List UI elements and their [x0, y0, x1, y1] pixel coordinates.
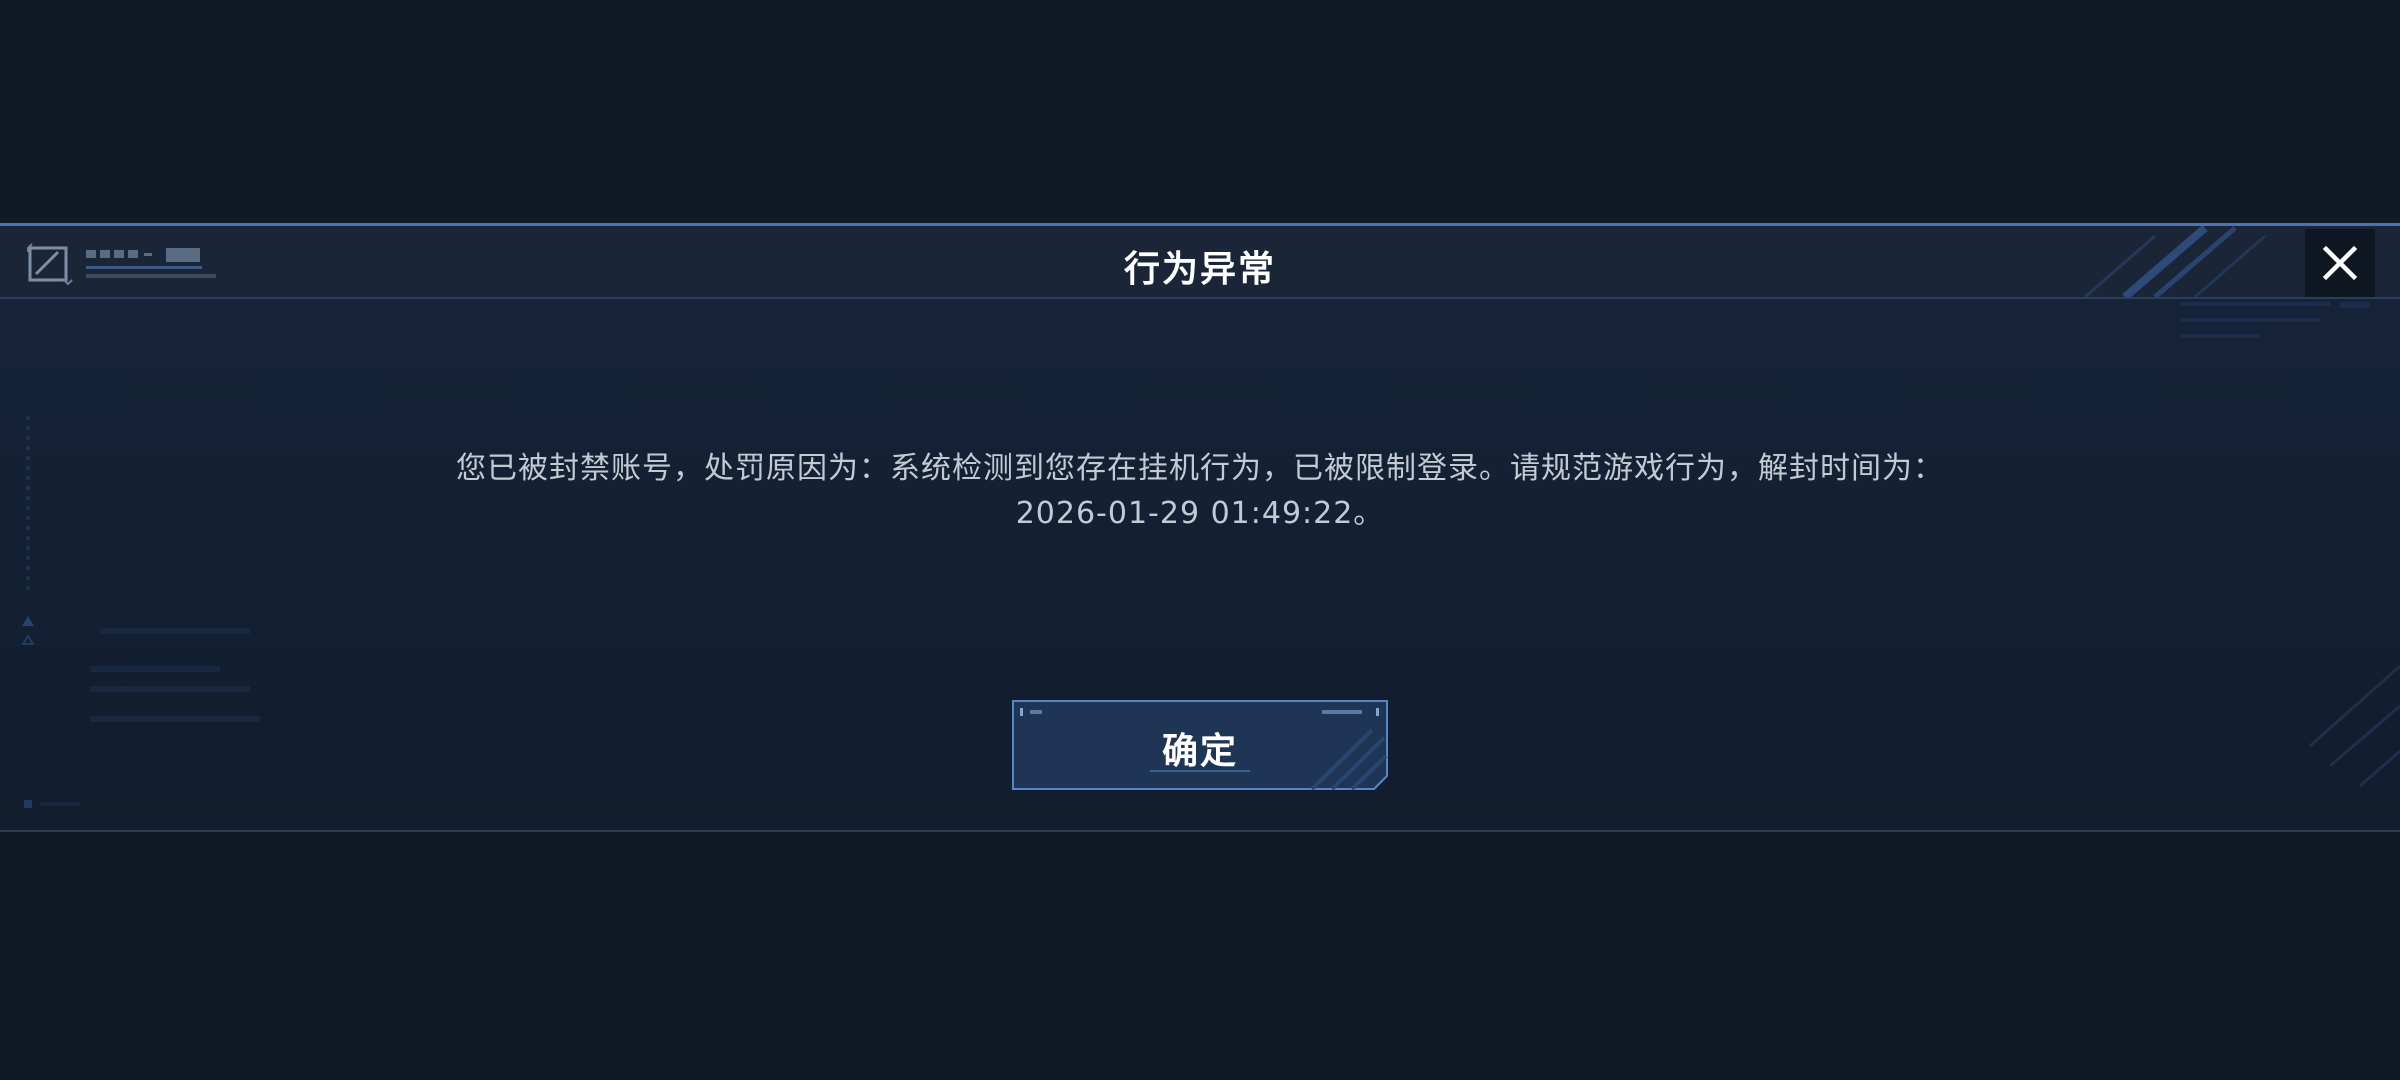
close-button[interactable] — [2305, 229, 2375, 297]
game-screen: 行为异常 您已被封禁账号，处罚原因为：系统检测到您存在挂机行为，已被限制登录。请… — [0, 0, 2400, 1080]
dialog-header: 行为异常 — [0, 226, 2400, 299]
header-stripe-decoration — [2084, 226, 2266, 297]
dialog-title: 行为异常 — [1123, 249, 1276, 290]
left-hud-decoration — [21, 416, 260, 808]
ban-notice-dialog: 行为异常 您已被封禁账号，处罚原因为：系统检测到您存在挂机行为，已被限制登录。请… — [0, 223, 2400, 832]
right-hud-decoration — [2180, 302, 2400, 788]
confirm-button-label: 确定 — [1161, 731, 1238, 772]
close-icon — [2322, 245, 2358, 281]
ban-message: 您已被封禁账号，处罚原因为：系统检测到您存在挂机行为，已被限制登录。请规范游戏行… — [456, 451, 1944, 531]
confirm-button[interactable]: 确定 — [1012, 700, 1388, 790]
